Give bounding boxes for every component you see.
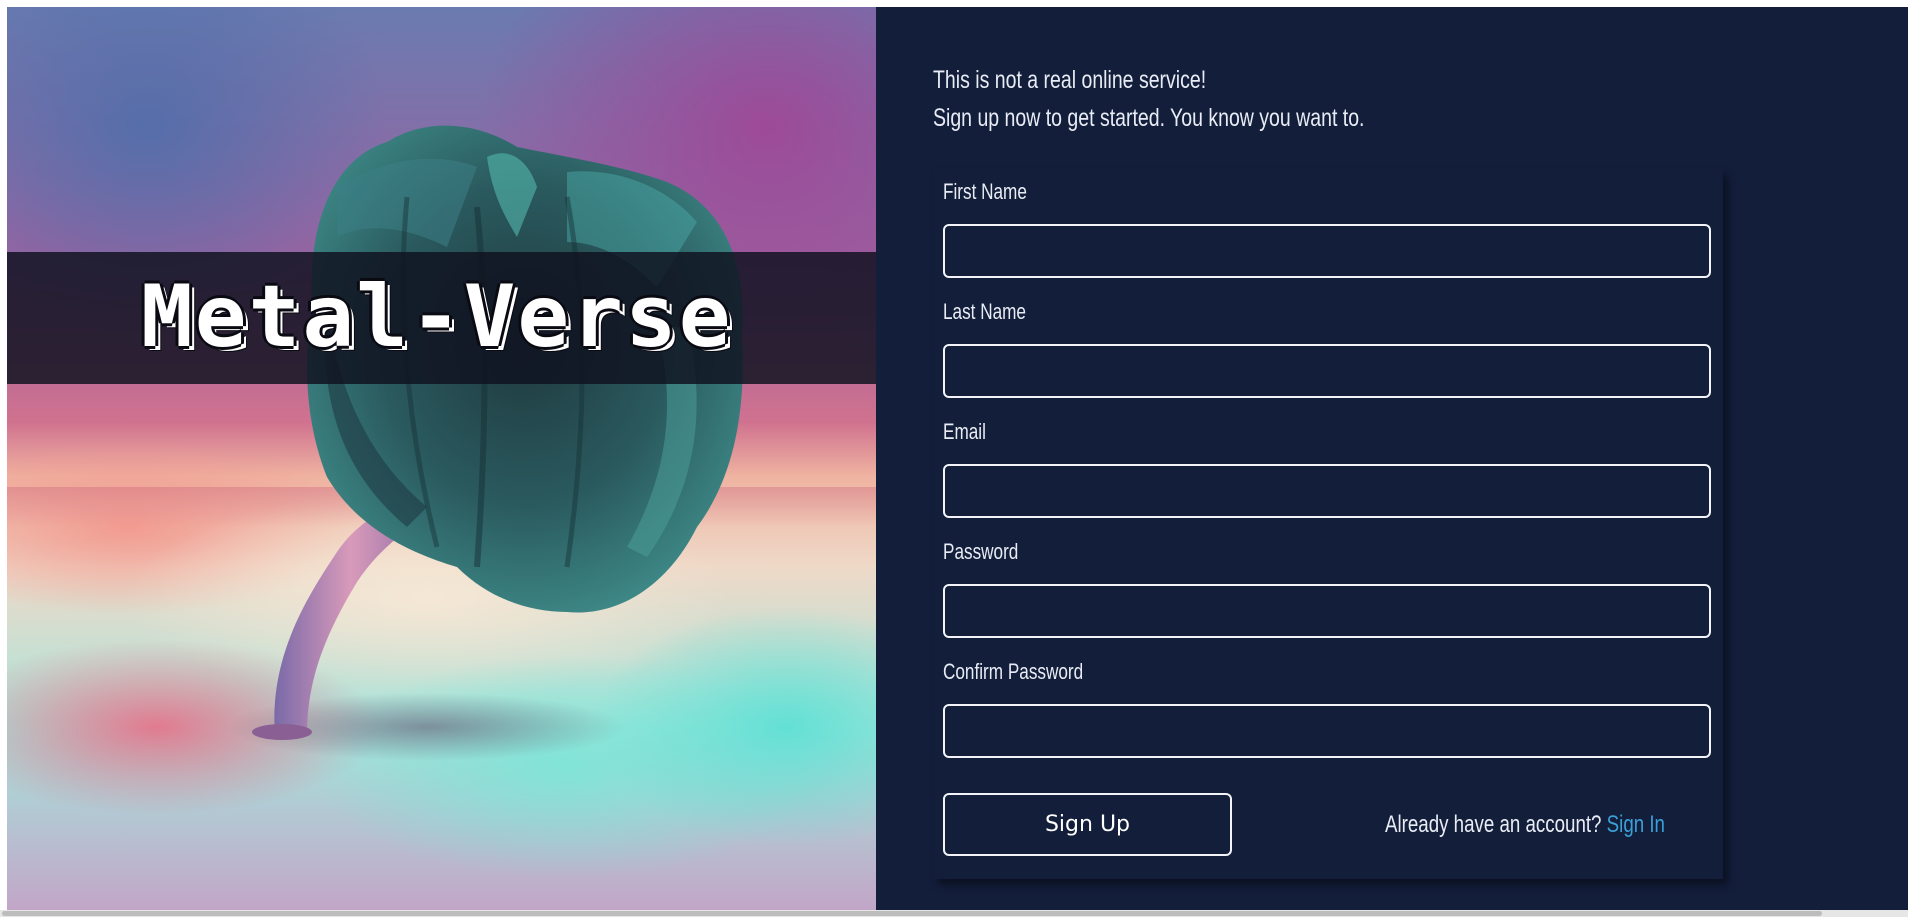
first-name-label: First Name [943, 179, 1027, 204]
password-field[interactable] [943, 584, 1711, 638]
email-field[interactable] [943, 464, 1711, 518]
first-name-field[interactable] [943, 224, 1711, 278]
scrollbar-thumb[interactable] [2, 911, 1822, 916]
page: Metal-Verse This is not a real online se… [7, 7, 1908, 910]
intro-text: This is not a real online service! Sign … [933, 61, 1479, 137]
last-name-label: Last Name [943, 299, 1026, 324]
signup-form: First Name Last Name Email Password Conf… [933, 169, 1723, 879]
sign-in-prompt: Already have an account? Sign In [1385, 805, 1665, 845]
brand-logo: Metal-Verse [141, 267, 733, 367]
intro-line-2: Sign up now to get started. You know you… [933, 104, 1365, 132]
horizontal-scrollbar[interactable] [0, 910, 1908, 917]
palm-tree-illustration [227, 125, 743, 761]
last-name-field[interactable] [943, 344, 1711, 398]
confirm-password-label: Confirm Password [943, 659, 1084, 684]
password-label: Password [943, 539, 1019, 564]
sign-up-button[interactable]: Sign Up [943, 793, 1232, 856]
intro-line-1: This is not a real online service! [933, 66, 1207, 94]
sign-in-prompt-text: Already have an account? [1385, 811, 1602, 838]
sign-in-link[interactable]: Sign In [1607, 811, 1665, 838]
email-label: Email [943, 419, 986, 444]
confirm-password-field[interactable] [943, 704, 1711, 758]
hero-image: Metal-Verse [7, 7, 876, 910]
